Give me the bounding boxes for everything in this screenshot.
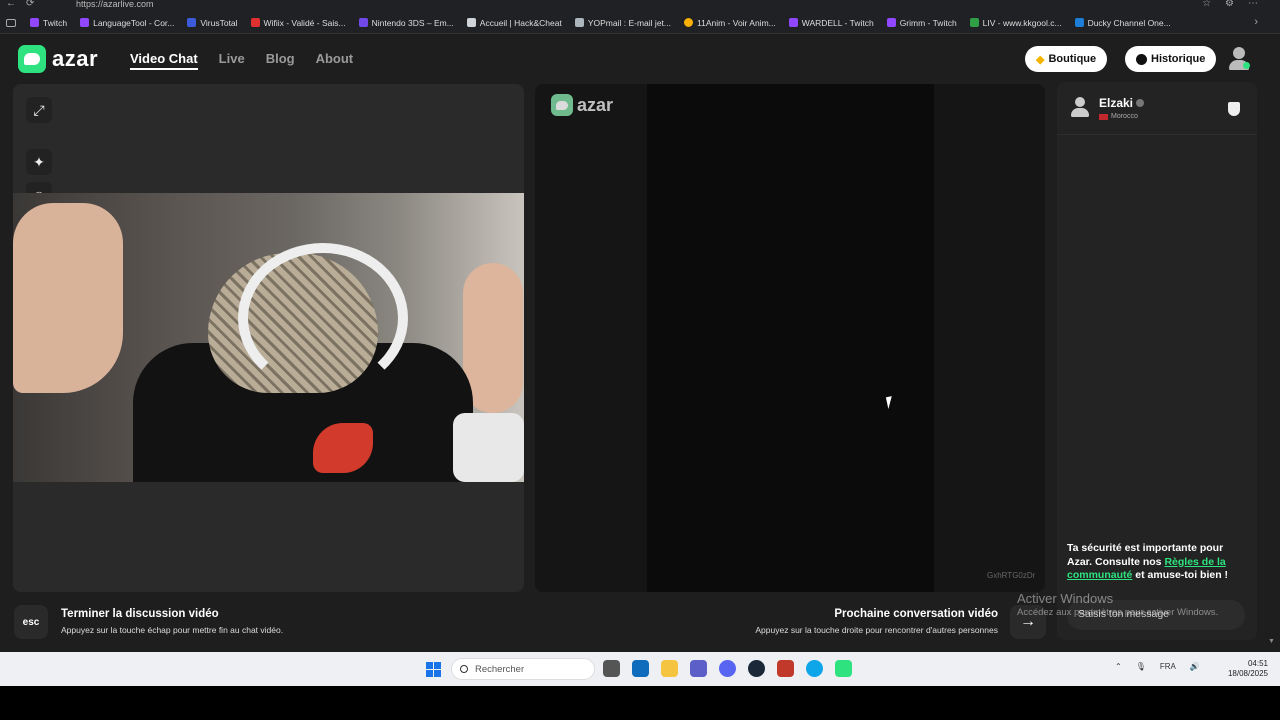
nav-blog[interactable]: Blog xyxy=(266,51,295,70)
folder-icon[interactable] xyxy=(661,660,678,677)
network-volume-icon[interactable]: 🔊 xyxy=(1190,662,1200,671)
bookmark-item[interactable]: VirusTotal xyxy=(187,18,238,28)
bookmark-item[interactable]: Grimm - Twitch xyxy=(886,18,957,28)
next-chat-hint: Appuyez sur la touche droite pour rencon… xyxy=(755,625,998,635)
browser-nav-icons[interactable]: ←⟳ xyxy=(6,0,44,9)
safety-notice: Ta sécurité est importante pour Azar. Co… xyxy=(1067,542,1229,581)
windows-taskbar: Rechercher ⌃ 🎙 FRA 🔊 04:51 18/08/2025 xyxy=(0,652,1280,686)
divider xyxy=(1057,134,1257,135)
nav-video-chat[interactable]: Video Chat xyxy=(130,51,198,70)
windows-activation-watermark: Activer Windows Accédez aux paramètres p… xyxy=(1017,591,1219,618)
nav-about[interactable]: About xyxy=(316,51,354,70)
address-bar[interactable]: https://azarlive.com xyxy=(76,0,154,9)
bookmark-favicon-icon xyxy=(969,18,979,27)
bookmark-item[interactable]: Nintendo 3DS – Em... xyxy=(358,18,454,28)
bookmark-item[interactable]: YOPmail : E-mail jet... xyxy=(574,18,671,28)
expand-icon[interactable]: ⤢ xyxy=(26,97,52,123)
bookmark-item[interactable]: Twitch xyxy=(30,18,67,28)
online-status-icon xyxy=(1243,62,1250,69)
bookmark-item[interactable]: Wifiix - Validé - Sais... xyxy=(250,18,346,28)
browser-tool-icons[interactable]: ☆⚙⋯ xyxy=(1202,0,1272,9)
bookmark-favicon-icon xyxy=(30,18,39,27)
outlook-icon[interactable] xyxy=(632,660,649,677)
file-explorer-task-icon[interactable] xyxy=(603,660,620,677)
azar-app: azar Video Chat Live Blog About ◆ Boutiq… xyxy=(0,34,1280,652)
azar-app-icon[interactable] xyxy=(835,660,852,677)
bookmark-favicon-icon xyxy=(1074,18,1084,27)
bookmark-favicon-icon xyxy=(574,18,584,27)
report-shield-icon[interactable] xyxy=(1228,102,1240,116)
taskbar-search-input[interactable]: Rechercher xyxy=(451,658,595,680)
gem-icon: ◆ xyxy=(1036,53,1045,66)
microphone-icon[interactable]: 🎙 xyxy=(1136,662,1146,671)
windows-start-icon[interactable] xyxy=(426,662,441,677)
bookmark-favicon-icon xyxy=(788,18,798,27)
bookmark-favicon-icon xyxy=(250,18,260,27)
main-nav: Video Chat Live Blog About xyxy=(130,51,353,70)
browser-toolbar: ←⟳ https://azarlive.com ☆⚙⋯ xyxy=(0,0,1280,12)
partner-azar-logo: azar xyxy=(551,94,613,116)
search-icon xyxy=(460,665,468,673)
history-button[interactable]: Historique xyxy=(1125,46,1217,72)
bookmark-item[interactable]: LIV - www.kkgool.c... xyxy=(969,18,1062,28)
verified-badge-icon xyxy=(1136,99,1145,107)
clock-icon xyxy=(1136,53,1147,65)
bookmark-item[interactable]: WARDELL - Twitch xyxy=(788,18,874,28)
bookmark-favicon-icon xyxy=(886,18,896,27)
azar-logo-icon xyxy=(551,94,573,116)
azar-logo[interactable]: azar xyxy=(18,45,98,73)
end-chat-hint: Appuyez sur la touche échap pour mettre … xyxy=(61,625,284,635)
mouse-cursor-icon xyxy=(885,394,901,410)
profile-avatar[interactable] xyxy=(1227,47,1251,71)
end-chat-title: Terminer la discussion vidéo xyxy=(61,608,219,620)
user-avatar-icon xyxy=(1069,96,1091,118)
bookmark-favicon-icon xyxy=(466,18,476,27)
discord-icon[interactable] xyxy=(719,660,736,677)
partner-video-panel: azar GxhRTG0zDr xyxy=(535,84,1045,592)
azar-logo-icon xyxy=(18,45,46,73)
edge-browser-icon[interactable] xyxy=(806,660,823,677)
session-code: GxhRTG0zDr xyxy=(987,571,1036,580)
language-indicator[interactable]: FRA xyxy=(1160,662,1176,671)
bookmark-favicon-icon xyxy=(684,18,693,27)
teams-icon[interactable] xyxy=(690,660,707,677)
self-video-panel: ⤢ ✦ ☺ xyxy=(13,84,524,592)
partner-name: Elzaki xyxy=(1099,96,1134,110)
next-chat-title: Prochaine conversation vidéo xyxy=(834,608,998,620)
end-chat-button[interactable]: esc xyxy=(14,605,48,639)
bookmarks-overflow-icon[interactable]: › xyxy=(1254,16,1258,28)
scrollbar-down-icon[interactable]: ▼ xyxy=(1268,638,1275,645)
screen-letterbox xyxy=(0,686,1280,720)
taskbar-apps xyxy=(603,660,852,677)
screen: ←⟳ https://azarlive.com ☆⚙⋯ Twitch Langu… xyxy=(0,0,1280,720)
bookmark-favicon-icon xyxy=(80,18,90,27)
morocco-flag-icon xyxy=(1099,113,1108,120)
game-app-icon[interactable] xyxy=(777,660,794,677)
tray-overflow-icon[interactable]: ⌃ xyxy=(1115,662,1122,671)
partner-camera-feed xyxy=(647,84,934,592)
chat-panel: Elzaki Morocco Ta sécurité est important… xyxy=(1057,82,1257,640)
effects-sparkle-icon[interactable]: ✦ xyxy=(26,149,52,175)
steam-icon[interactable] xyxy=(748,660,765,677)
self-camera-feed xyxy=(13,193,524,482)
bookmark-item[interactable]: Accueil | Hack&Cheat xyxy=(466,18,562,28)
system-tray: ⌃ 🎙 FRA 🔊 xyxy=(1115,662,1200,671)
nav-live[interactable]: Live xyxy=(219,51,245,70)
site-header: azar Video Chat Live Blog About ◆ Boutiq… xyxy=(0,34,1280,84)
sidebar-toggle-icon[interactable] xyxy=(6,18,16,27)
bookmark-favicon-icon xyxy=(187,18,197,27)
bookmark-item[interactable]: LanguageTool - Cor... xyxy=(80,18,174,28)
bookmarks-bar: Twitch LanguageTool - Cor... VirusTotal … xyxy=(0,12,1280,34)
bookmark-favicon-icon xyxy=(358,18,368,27)
system-clock[interactable]: 04:51 18/08/2025 xyxy=(1222,659,1268,679)
bookmark-item[interactable]: 11Anim - Voir Anim... xyxy=(684,18,776,28)
partner-country: Morocco xyxy=(1111,113,1138,120)
bookmark-item[interactable]: Ducky Channel One... xyxy=(1074,18,1171,28)
shop-button[interactable]: ◆ Boutique xyxy=(1025,46,1108,72)
partner-profile[interactable]: Elzaki Morocco xyxy=(1069,94,1145,120)
